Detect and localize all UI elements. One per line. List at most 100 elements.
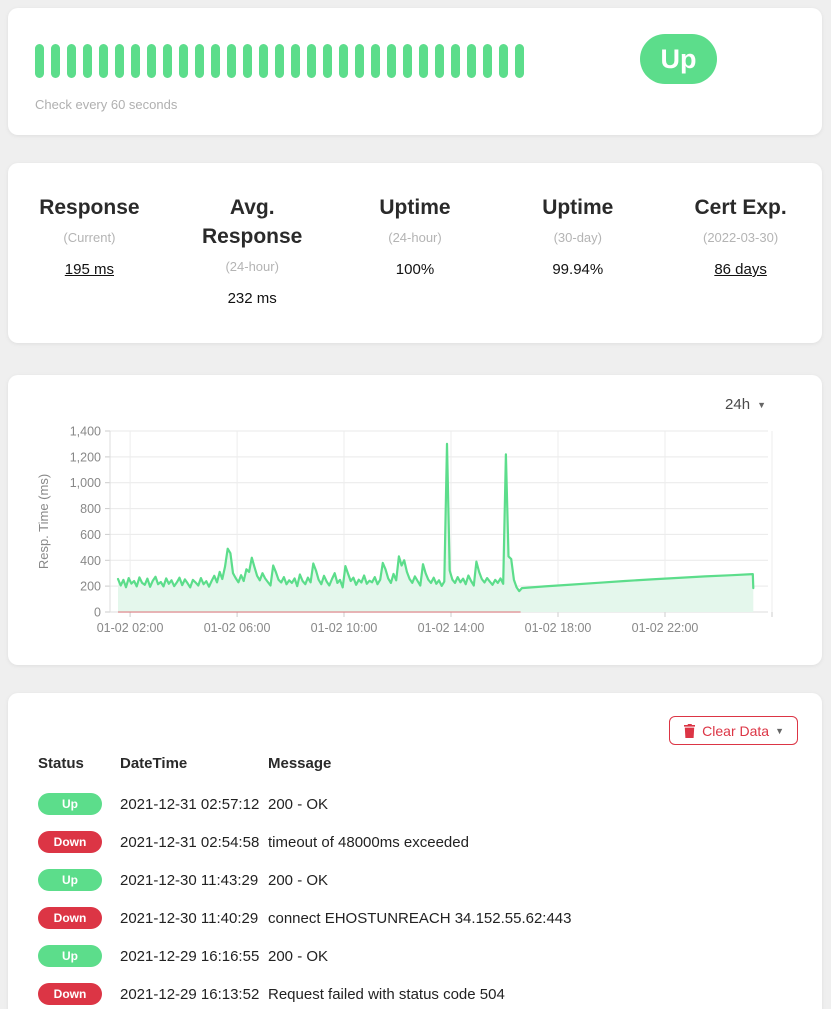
heartbeat-bar[interactable] [339, 44, 348, 78]
stats-card: Response (Current) 195 ms Avg. Response … [8, 163, 822, 343]
heartbeat-bar[interactable] [355, 44, 364, 78]
heartbeat-bar[interactable] [451, 44, 460, 78]
stat-value-link[interactable]: 86 days [714, 261, 767, 278]
svg-text:01-02 10:00: 01-02 10:00 [311, 621, 378, 635]
chart-card: 02004006008001,0001,2001,40001-02 02:000… [8, 375, 822, 665]
status-badge: Up [38, 793, 102, 815]
clear-data-button[interactable]: Clear Data ▼ [669, 716, 798, 745]
heartbeat-bar[interactable] [371, 44, 380, 78]
svg-text:1,200: 1,200 [70, 450, 101, 464]
chart-period-dropdown[interactable]: 24h ▼ [725, 396, 766, 413]
svg-text:600: 600 [80, 528, 101, 542]
stat-value: 232 ms [228, 290, 277, 307]
heartbeat-bar[interactable] [483, 44, 492, 78]
svg-text:200: 200 [80, 580, 101, 594]
svg-text:800: 800 [80, 502, 101, 516]
table-row-status: Up [38, 861, 120, 899]
status-badge: Down [38, 907, 102, 929]
heartbeat-bar[interactable] [291, 44, 300, 78]
events-card: Clear Data ▼ Status DateTime Message Up … [8, 693, 822, 1009]
heartbeat-bar[interactable] [67, 44, 76, 78]
stat-title: Cert Exp. [667, 193, 814, 222]
svg-text:01-02 14:00: 01-02 14:00 [418, 621, 485, 635]
table-row-datetime: 2021-12-29 16:16:55 [120, 937, 268, 975]
heartbeat-bar[interactable] [131, 44, 140, 78]
heartbeat-bar[interactable] [163, 44, 172, 78]
table-row-message: timeout of 48000ms exceeded [268, 823, 798, 861]
stat-response-current: Response (Current) 195 ms [8, 193, 171, 343]
chevron-down-icon: ▼ [757, 400, 766, 410]
check-interval-text: Check every 60 seconds [35, 97, 177, 112]
heartbeat-bar[interactable] [179, 44, 188, 78]
heartbeat-bar[interactable] [259, 44, 268, 78]
stat-title: Avg. Response [179, 193, 326, 251]
status-badge: Up [38, 945, 102, 967]
heartbeat-bar[interactable] [195, 44, 204, 78]
heartbeat-bar[interactable] [419, 44, 428, 78]
heartbeat-bar[interactable] [403, 44, 412, 78]
heartbeat-bar[interactable] [275, 44, 284, 78]
column-header-message: Message [268, 755, 798, 785]
table-row-message: 200 - OK [268, 785, 798, 823]
svg-text:01-02 06:00: 01-02 06:00 [204, 621, 271, 635]
table-row-status: Up [38, 937, 120, 975]
svg-text:01-02 02:00: 01-02 02:00 [97, 621, 164, 635]
svg-text:Resp. Time (ms): Resp. Time (ms) [36, 474, 51, 569]
stat-uptime-24h: Uptime (24-hour) 100% [334, 193, 497, 343]
status-badge: Down [38, 983, 102, 1005]
table-row-datetime: 2021-12-29 16:13:52 [120, 975, 268, 1009]
stat-value-link[interactable]: 195 ms [65, 261, 114, 278]
table-row-status: Down [38, 823, 120, 861]
heartbeat-bar[interactable] [227, 44, 236, 78]
response-time-chart[interactable]: 02004006008001,0001,2001,40001-02 02:000… [8, 375, 822, 665]
heartbeat-bar[interactable] [499, 44, 508, 78]
svg-text:01-02 18:00: 01-02 18:00 [525, 621, 592, 635]
heartbeat-bar[interactable] [323, 44, 332, 78]
clear-data-label: Clear Data [702, 723, 769, 739]
stat-subtitle: (30-day) [504, 230, 651, 245]
table-row-message: 200 - OK [268, 937, 798, 975]
heartbeat-bar[interactable] [515, 44, 524, 78]
chart-period-label: 24h [725, 396, 750, 413]
stat-value: 99.94% [552, 261, 603, 278]
table-row-datetime: 2021-12-30 11:40:29 [120, 899, 268, 937]
stat-subtitle: (24-hour) [179, 259, 326, 274]
stat-subtitle: (Current) [16, 230, 163, 245]
table-row-message: connect EHOSTUNREACH 34.152.55.62:443 [268, 899, 798, 937]
heartbeat-bar[interactable] [83, 44, 92, 78]
heartbeat-bar[interactable] [307, 44, 316, 78]
column-header-status: Status [38, 755, 120, 785]
table-row-datetime: 2021-12-31 02:57:12 [120, 785, 268, 823]
heartbeat-bar[interactable] [35, 44, 44, 78]
stat-title: Uptime [342, 193, 489, 222]
status-badge: Down [38, 831, 102, 853]
stat-value: 100% [396, 261, 434, 278]
svg-text:1,400: 1,400 [70, 425, 101, 439]
stat-uptime-30d: Uptime (30-day) 99.94% [496, 193, 659, 343]
heartbeat-bar[interactable] [147, 44, 156, 78]
heartbeat-bar[interactable] [51, 44, 60, 78]
heartbeat-bar-strip[interactable] [35, 44, 531, 78]
heartbeat-bar[interactable] [99, 44, 108, 78]
table-row-status: Down [38, 899, 120, 937]
table-row-status: Up [38, 785, 120, 823]
heartbeat-bar[interactable] [467, 44, 476, 78]
stat-cert-exp: Cert Exp. (2022-03-30) 86 days [659, 193, 822, 343]
heartbeat-bar[interactable] [115, 44, 124, 78]
heartbeat-bar[interactable] [435, 44, 444, 78]
stat-avg-response: Avg. Response (24-hour) 232 ms [171, 193, 334, 343]
stat-title: Response [16, 193, 163, 222]
heartbeat-card: Check every 60 seconds Up [8, 8, 822, 135]
svg-text:0: 0 [94, 606, 101, 620]
table-row-status: Down [38, 975, 120, 1009]
stat-subtitle: (2022-03-30) [667, 230, 814, 245]
table-row-message: Request failed with status code 504 [268, 975, 798, 1009]
status-badge: Up [640, 34, 717, 84]
heartbeat-bar[interactable] [211, 44, 220, 78]
caret-down-icon: ▼ [775, 726, 784, 736]
heartbeat-bar[interactable] [387, 44, 396, 78]
events-table: Status DateTime Message Up 2021-12-31 02… [38, 755, 798, 1009]
heartbeat-bar[interactable] [243, 44, 252, 78]
status-badge: Up [38, 869, 102, 891]
table-row-datetime: 2021-12-30 11:43:29 [120, 861, 268, 899]
